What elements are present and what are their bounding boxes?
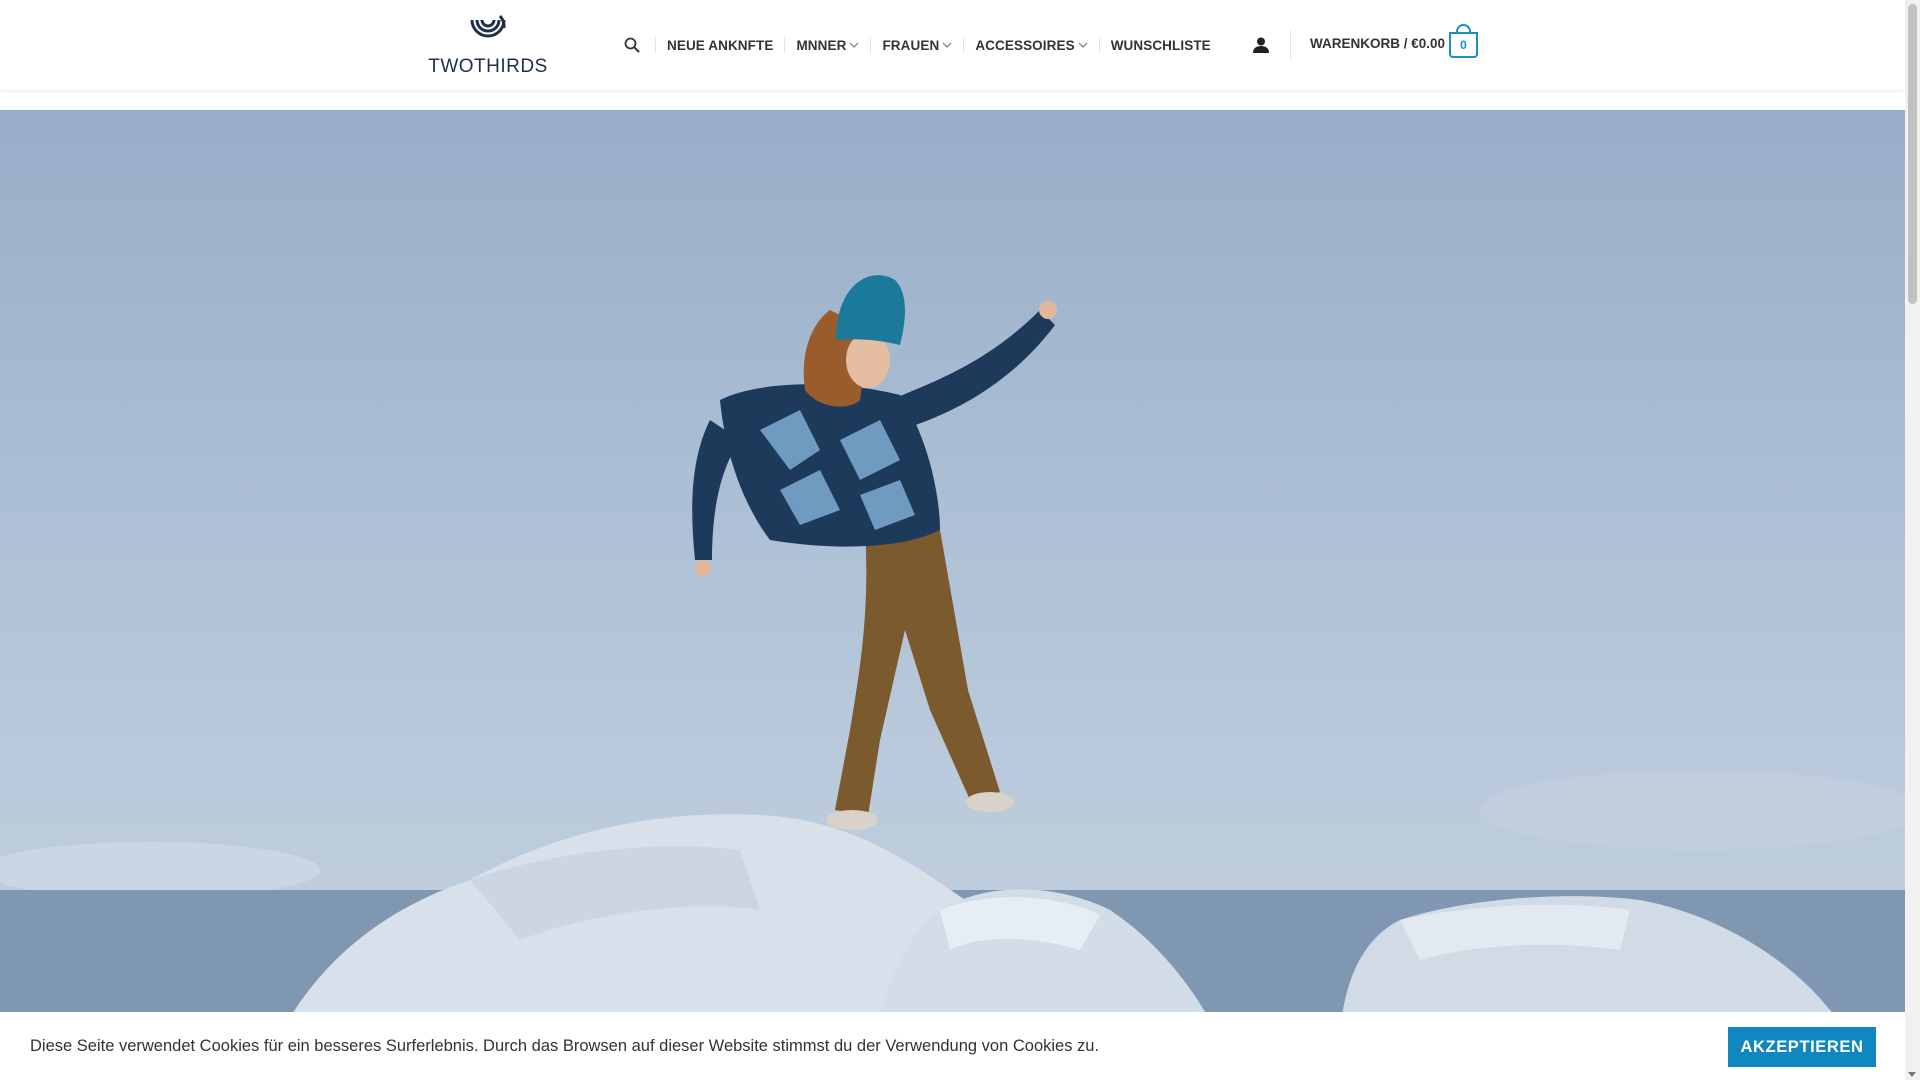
logo[interactable]: TWOTHIRDS <box>428 14 548 77</box>
nav-label: ACCESSOIRES <box>975 37 1075 53</box>
chevron-down-icon <box>1078 41 1088 49</box>
cart-count-badge[interactable]: 0 <box>1449 32 1478 58</box>
nav-item-wunschliste[interactable]: WUNSCHLISTE <box>1111 38 1211 53</box>
scrollbar-thumb[interactable] <box>1908 4 1917 304</box>
logo-mark-icon <box>470 15 506 38</box>
cookie-message: Diese Seite verwendet Cookies für ein be… <box>30 1037 1100 1055</box>
nav-item-frauen[interactable]: FRAUEN <box>882 38 952 53</box>
cookie-banner: Diese Seite verwendet Cookies für ein be… <box>0 1012 1905 1080</box>
nav-label: FRAUEN <box>882 37 940 53</box>
scroll-down-arrow-icon[interactable] <box>1908 1072 1916 1077</box>
nav-item-accessoires[interactable]: ACCESSOIRES <box>975 37 1088 53</box>
nav-divider <box>655 37 656 53</box>
hero-illustration <box>0 275 1905 1080</box>
hero-banner-image <box>0 110 1905 1080</box>
accept-cookies-button[interactable]: AKZEPTIEREN <box>1728 1027 1876 1067</box>
nav-divider <box>870 37 872 53</box>
logo-text: TWOTHIRDS <box>428 56 548 77</box>
cart-link[interactable]: WARENKORB / €0.00 <box>1310 36 1445 51</box>
nav-item-manner[interactable]: MNNER <box>796 38 859 53</box>
main-nav: NEUE ANKNFTE MNNER FRAUEN ACCESSOIRES WU… <box>620 26 1211 64</box>
nav-label: MNNER <box>796 37 847 53</box>
search-icon[interactable] <box>620 33 644 57</box>
header-divider <box>1290 30 1291 60</box>
chevron-down-icon <box>849 41 859 49</box>
nav-label: NEUE ANKNFTE <box>667 37 774 53</box>
nav-item-neue-ankunfte[interactable]: NEUE ANKNFTE <box>667 38 773 53</box>
chevron-down-icon <box>942 41 952 49</box>
page-scrollbar[interactable] <box>1905 0 1920 1080</box>
account-icon[interactable] <box>1250 34 1272 56</box>
nav-divider <box>1098 37 1100 53</box>
nav-divider <box>784 37 786 53</box>
nav-label: WUNSCHLISTE <box>1110 37 1211 53</box>
site-header: TWOTHIRDS NEUE ANKNFTE MNNER FRAUEN ACCE… <box>0 0 1905 90</box>
nav-divider <box>963 37 965 53</box>
